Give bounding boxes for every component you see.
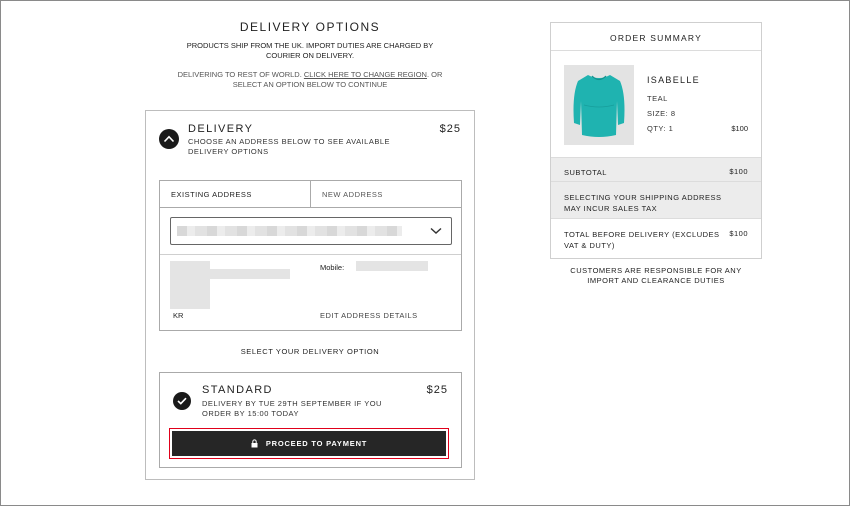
sales-tax-note: SELECTING YOUR SHIPPING ADDRESS MAY INCU… xyxy=(564,193,722,213)
total-value: $100 xyxy=(729,229,748,238)
delivery-subtitle: CHOOSE AN ADDRESS BELOW TO SEE AVAILABLE… xyxy=(188,137,391,156)
shipping-note: PRODUCTS SHIP FROM THE UK. IMPORT DUTIES… xyxy=(186,41,434,60)
change-region-link[interactable]: CLICK HERE TO CHANGE REGION xyxy=(304,70,427,79)
subtotal-value: $100 xyxy=(729,167,748,176)
checkmark-icon xyxy=(173,392,191,410)
redacted-address-text xyxy=(177,226,402,236)
product-size: SIZE: 8 xyxy=(647,109,676,118)
product-blouse-image xyxy=(573,75,625,137)
delivery-section-header[interactable]: DELIVERY CHOOSE AN ADDRESS BELOW TO SEE … xyxy=(146,111,474,168)
address-panel: EXISTING ADDRESS NEW ADDRESS KR Mobile: … xyxy=(159,180,462,331)
order-summary-title: ORDER SUMMARY xyxy=(551,23,761,51)
mobile-label: Mobile: xyxy=(320,263,345,272)
standard-delivery-option[interactable]: STANDARD DELIVERY BY TUE 29TH SEPTEMBER … xyxy=(159,372,462,468)
order-summary: ORDER SUMMARY ISABELLE TEAL SIZE: 8 QTY:… xyxy=(550,22,762,259)
select-delivery-option-label: SELECT YOUR DELIVERY OPTION xyxy=(240,347,380,356)
product-color: TEAL xyxy=(647,94,668,103)
product-qty: QTY: 1 xyxy=(647,124,674,133)
product-image[interactable] xyxy=(564,65,634,145)
redacted-address-block xyxy=(170,261,210,309)
redacted-mobile xyxy=(356,261,428,271)
delivery-panel: DELIVERY CHOOSE AN ADDRESS BELOW TO SEE … xyxy=(145,110,475,480)
region-note: DELIVERING TO REST OF WORLD. CLICK HERE … xyxy=(170,70,450,90)
chevron-down-icon xyxy=(430,227,442,234)
lock-icon xyxy=(251,439,258,448)
tab-new-address[interactable]: NEW ADDRESS xyxy=(311,181,461,208)
subtotal-label: SUBTOTAL xyxy=(564,168,607,177)
divider xyxy=(160,254,461,255)
tab-existing-address[interactable]: EXISTING ADDRESS xyxy=(160,181,311,208)
standard-subtitle: DELIVERY BY TUE 29TH SEPTEMBER IF YOU OR… xyxy=(202,399,382,418)
total-row: TOTAL BEFORE DELIVERY (EXCLUDES VAT & DU… xyxy=(551,219,761,258)
delivery-price: $25 xyxy=(439,123,461,135)
redacted-address-block xyxy=(210,269,290,279)
standard-title: STANDARD xyxy=(202,384,273,396)
total-label: TOTAL BEFORE DELIVERY (EXCLUDES VAT & DU… xyxy=(564,230,720,250)
address-select[interactable] xyxy=(170,217,452,245)
proceed-to-payment-button[interactable]: PROCEED TO PAYMENT xyxy=(172,431,446,456)
page-title: DELIVERY OPTIONS xyxy=(239,20,381,34)
customs-duties-note: CUSTOMERS ARE RESPONSIBLE FOR ANY IMPORT… xyxy=(570,266,742,285)
sales-tax-note-row: SELECTING YOUR SHIPPING ADDRESS MAY INCU… xyxy=(551,182,761,219)
subtotal-row: SUBTOTAL $100 xyxy=(551,157,761,182)
standard-price: $25 xyxy=(426,384,448,396)
address-country: KR xyxy=(173,311,184,320)
delivery-title: DELIVERY xyxy=(188,123,254,135)
proceed-button-highlight: PROCEED TO PAYMENT xyxy=(169,428,449,459)
region-prefix: DELIVERING TO REST OF WORLD. xyxy=(177,70,302,79)
product-name: ISABELLE xyxy=(647,75,700,85)
proceed-button-label: PROCEED TO PAYMENT xyxy=(265,439,368,448)
product-price: $100 xyxy=(731,124,748,133)
edit-address-link[interactable]: EDIT ADDRESS DETAILS xyxy=(320,311,418,320)
chevron-up-icon[interactable] xyxy=(159,129,179,149)
